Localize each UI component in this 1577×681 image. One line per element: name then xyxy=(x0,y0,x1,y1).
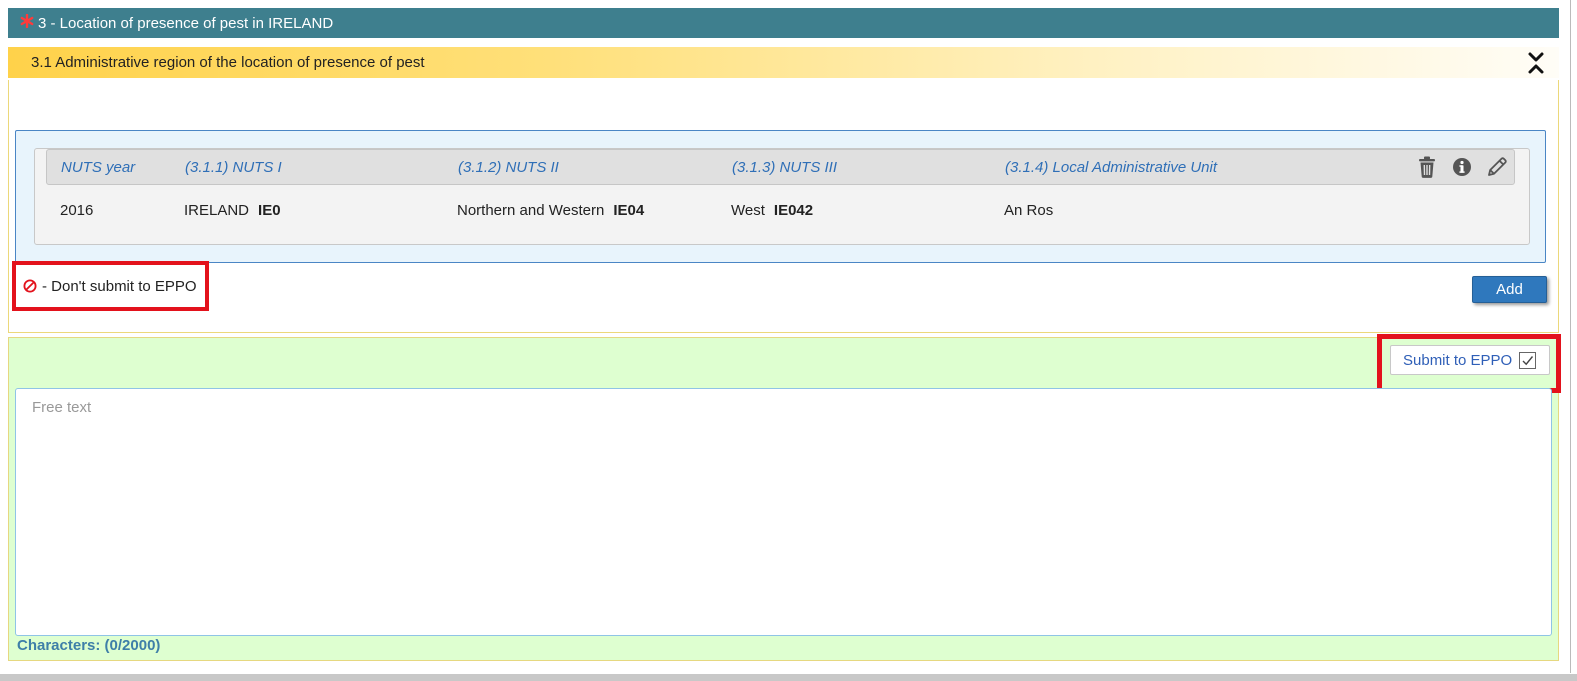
dont-submit-indicator: - Don't submit to EPPO xyxy=(12,261,209,311)
info-icon[interactable] xyxy=(1450,155,1473,179)
nuts2-code: IE04 xyxy=(613,202,645,219)
scroll-edge xyxy=(1570,0,1571,673)
table-header-row: NUTS year (3.1.1) NUTS I (3.1.2) NUTS II… xyxy=(46,149,1515,185)
character-counter: Characters: (0/2000) xyxy=(17,637,161,654)
nuts-table: NUTS year (3.1.1) NUTS I (3.1.2) NUTS II… xyxy=(15,130,1546,263)
section-title: 3 - Location of presence of pest in IREL… xyxy=(38,14,334,32)
trash-icon[interactable] xyxy=(1415,155,1438,179)
submit-to-eppo-toggle[interactable]: Submit to EPPO xyxy=(1390,345,1550,375)
cell-lau: An Ros xyxy=(1004,202,1054,219)
header-nuts1: (3.1.1) NUTS I xyxy=(185,159,282,176)
nuts-record: NUTS year (3.1.1) NUTS I (3.1.2) NUTS II… xyxy=(34,148,1530,245)
nuts2-name: Northern and Western xyxy=(457,202,605,219)
free-text-panel: Submit to EPPO Characters: (0/2000) xyxy=(8,334,1561,661)
nuts1-code: IE0 xyxy=(258,202,281,219)
dont-submit-label: - Don't submit to EPPO xyxy=(42,277,197,295)
admin-region-panel: NUTS year (3.1.1) NUTS I (3.1.2) NUTS II… xyxy=(8,80,1559,333)
cell-nuts3: West IE042 xyxy=(731,202,813,219)
header-nuts-year: NUTS year xyxy=(61,159,136,176)
checkbox-checked-icon[interactable] xyxy=(1519,351,1537,369)
header-nuts2: (3.1.2) NUTS II xyxy=(458,159,559,176)
page: 3 - Location of presence of pest in IREL… xyxy=(0,0,1577,681)
cell-nuts2: Northern and Western IE04 xyxy=(457,202,644,219)
header-nuts3: (3.1.3) NUTS III xyxy=(732,159,838,176)
nuts1-name: IRELAND xyxy=(184,202,250,219)
free-text-input[interactable] xyxy=(15,388,1552,636)
cell-nuts1: IRELAND IE0 xyxy=(184,202,281,219)
cell-nuts-year: 2016 xyxy=(60,202,94,219)
section-header[interactable]: 3 - Location of presence of pest in IREL… xyxy=(8,8,1559,38)
pencil-icon[interactable] xyxy=(1485,155,1508,179)
row-actions xyxy=(1415,155,1508,179)
nuts3-code: IE042 xyxy=(773,202,814,219)
header-lau: (3.1.4) Local Administrative Unit xyxy=(1005,159,1218,176)
submit-eppo-label: Submit to EPPO xyxy=(1403,351,1513,369)
submit-eppo-highlight: Submit to EPPO xyxy=(1377,334,1561,393)
nuts3-name: West xyxy=(731,202,765,219)
no-entry-icon xyxy=(23,279,37,293)
asterisk-icon xyxy=(20,13,34,32)
add-button[interactable]: Add xyxy=(1472,276,1547,303)
subsection-title: 3.1 Administrative region of the locatio… xyxy=(31,54,425,71)
collapse-chevrons-icon[interactable] xyxy=(1525,51,1547,75)
horizontal-scrollbar[interactable] xyxy=(0,674,1577,681)
subsection-header[interactable]: 3.1 Administrative region of the locatio… xyxy=(8,47,1559,78)
